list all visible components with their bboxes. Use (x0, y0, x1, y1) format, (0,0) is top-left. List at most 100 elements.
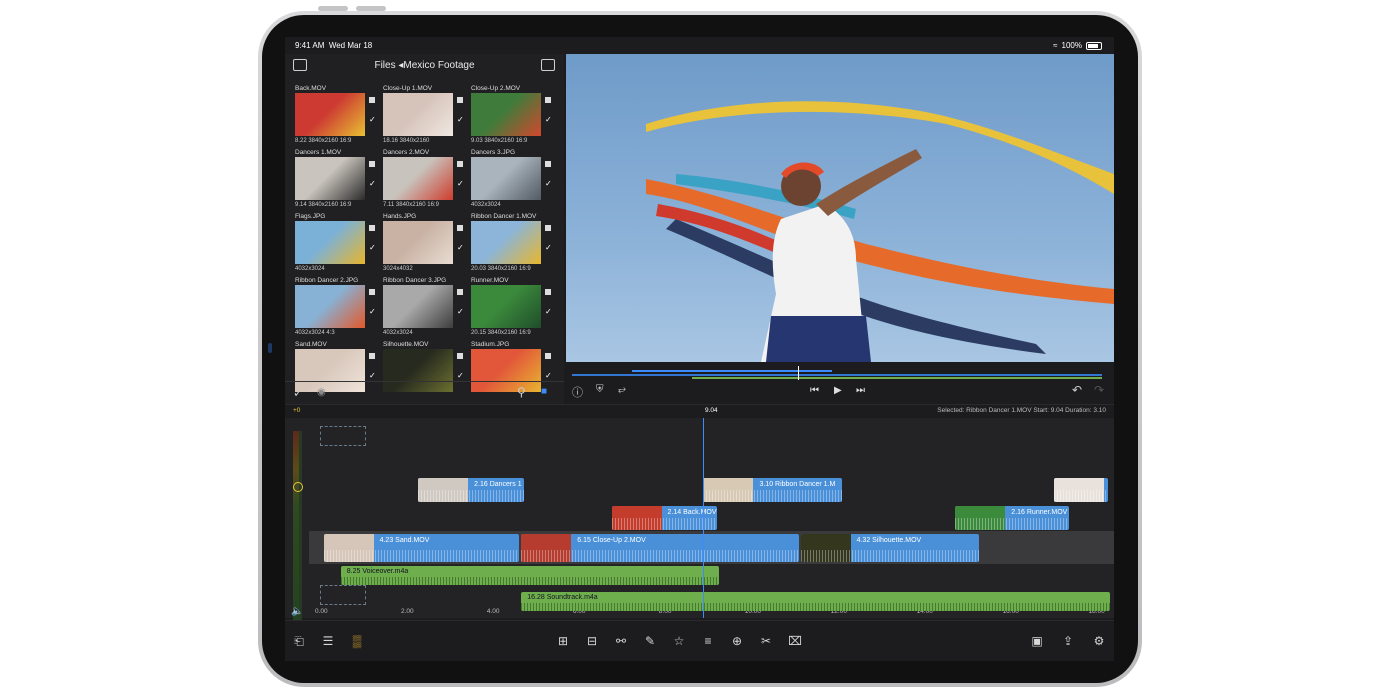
clip-item[interactable]: Hands.JPG 3024x4032 ✓ (381, 213, 469, 277)
clip-item[interactable]: Back.MOV 8.22 3840x2160 16:9 ✓ (293, 85, 381, 149)
skip-back-icon[interactable]: ⏮ (810, 385, 819, 396)
clip-label: 4.32 Silhouette.MOV (856, 537, 922, 544)
clip-name: Back.MOV (295, 85, 327, 92)
audio-meter-right (299, 431, 302, 621)
shield-icon[interactable]: ⛨ (596, 384, 604, 395)
timeline-playhead[interactable] (703, 418, 705, 618)
settings-icon[interactable]: ⚙ (1091, 633, 1107, 649)
timeline-clip[interactable]: 4.32 Silhouette.MOV (800, 534, 980, 562)
timeline-clip[interactable] (1054, 478, 1108, 502)
browser-footer: ✓ ◉ ⚲ ■ (285, 381, 564, 405)
video-preview[interactable] (566, 54, 1114, 362)
preview-controls: ⓘ ⛨ ⥂ ⏮ ▶ ⏭ ↶ ↷ (566, 362, 1114, 404)
list-icon[interactable]: ☰ (320, 633, 336, 649)
preview-image (646, 101, 1114, 362)
wifi-icon: ≈ (1053, 41, 1058, 50)
meter-icon[interactable]: ▒ (349, 633, 365, 649)
clip-name: Ribbon Dancer 1.MOV (471, 213, 537, 220)
clip-thumbnail[interactable] (383, 93, 453, 136)
checkmark-icon: ✓ (545, 115, 552, 124)
browser-header: Files ◂Mexico Footage (285, 54, 564, 76)
timeline[interactable]: 🔈 0.00 2.00 4.00 6.00 8.00 10.00 12.00 14.00 16.… (285, 418, 1114, 621)
audio-placeholder-slot[interactable] (320, 585, 366, 605)
speaker-icon[interactable]: 🔈 (291, 606, 303, 617)
link-icon[interactable]: ⚯ (613, 633, 629, 649)
undo-icon[interactable]: ↶ (1072, 383, 1082, 397)
clip-item[interactable]: Close-Up 2.MOV 9.03 3840x2160 16:9 ✓ (469, 85, 557, 149)
record-icon[interactable]: ◉ (317, 387, 326, 398)
trash-icon[interactable]: ⌧ (787, 633, 803, 649)
clip-type-icon (369, 289, 375, 295)
clip-item[interactable]: Dancers 2.MOV 7.11 3840x2160 16:9 ✓ (381, 149, 469, 213)
clip-item[interactable]: Flags.JPG 4032x3024 ✓ (293, 213, 381, 277)
clip-type-icon (545, 225, 551, 231)
audio-clip[interactable]: 8.25 Voiceover.m4a (340, 566, 719, 585)
clip-item[interactable]: Dancers 1.MOV 9.14 3840x2160 16:9 ✓ (293, 149, 381, 213)
select-icon[interactable]: ✓ (293, 386, 303, 400)
timeline-clip[interactable]: 6.15 Close-Up 2.MOV (521, 534, 799, 562)
camera-icon (268, 343, 272, 353)
checkmark-icon: ✓ (369, 179, 376, 188)
timeline-clip[interactable]: 4.23 Sand.MOV (323, 534, 520, 562)
search-icon[interactable]: ⚲ (517, 385, 526, 399)
share-icon[interactable]: ⇪ (1060, 633, 1076, 649)
info-icon[interactable]: ⓘ (572, 384, 583, 400)
clip-item[interactable]: Runner.MOV 20.15 3840x2160 16:9 ✓ (469, 277, 557, 341)
clip-type-icon (369, 225, 375, 231)
filter-icon[interactable]: ■ (541, 386, 547, 397)
clip-thumbnail[interactable] (295, 285, 365, 328)
clip-thumbnail[interactable] (471, 285, 541, 328)
add-clip-icon[interactable]: ⊞ (555, 633, 571, 649)
layout-icon[interactable]: ▣ (1029, 633, 1045, 649)
timeline-clip[interactable]: 2.16 Runner.MOV (955, 506, 1070, 530)
timeline-clip[interactable]: 3.10 Ribbon Dancer 1.M (703, 478, 842, 502)
split-view-icon[interactable]: ⊟ (584, 633, 600, 649)
clip-thumbnail[interactable] (471, 157, 541, 200)
clip-thumbnail[interactable] (295, 221, 365, 264)
split-marker-icon[interactable]: ⥂ (618, 384, 626, 395)
clip-meta: 9.14 3840x2160 16:9 (295, 202, 352, 208)
clip-name: Dancers 2.MOV (383, 149, 430, 156)
clip-name: Ribbon Dancer 3.JPG (383, 277, 447, 284)
favorite-icon[interactable]: ☆ (671, 633, 687, 649)
pencil-icon[interactable]: ✎ (642, 633, 658, 649)
clip-label: 3.10 Ribbon Dancer 1.M (759, 481, 836, 488)
preview-scrubber[interactable] (572, 366, 1102, 380)
ruler-tick-label: 0.00 (315, 608, 328, 615)
clip-thumbnail[interactable] (295, 93, 365, 136)
timeline-clip[interactable]: 2.14 Back.MOV (611, 506, 717, 530)
scissors-icon[interactable]: ✂ (758, 633, 774, 649)
clip-item[interactable]: Close-Up 1.MOV 18.16 3840x2160 ✓ (381, 85, 469, 149)
preview-playhead[interactable] (798, 366, 799, 380)
clip-thumbnail[interactable] (471, 93, 541, 136)
skip-forward-icon[interactable]: ⏭ (856, 385, 865, 396)
title-icon[interactable]: ≡ (700, 633, 716, 649)
clip-thumbnail[interactable] (383, 285, 453, 328)
redo-icon[interactable]: ↷ (1094, 383, 1104, 397)
clip-thumbnail[interactable] (471, 221, 541, 264)
clip-item[interactable]: Ribbon Dancer 3.JPG 4032x3024 ✓ (381, 277, 469, 341)
timeline-clip[interactable]: 2.16 Dancers 1 (418, 478, 524, 502)
clip-item[interactable]: Ribbon Dancer 1.MOV 20.03 3840x2160 16:9 ✓ (469, 213, 557, 277)
audio-clip[interactable]: 16.28 Soundtrack.m4a (521, 592, 1110, 611)
app-screen: 9:41 AM Wed Mar 18 ≈ 100% Files ◂Mexico … (285, 37, 1114, 661)
clip-type-icon (457, 289, 463, 295)
clip-item[interactable]: Ribbon Dancer 2.JPG 4032x3024 4:3 ✓ (293, 277, 381, 341)
clip-thumbnail[interactable] (383, 157, 453, 200)
volume-knob-icon[interactable] (293, 482, 303, 492)
clip-meta: 9.03 3840x2160 16:9 (471, 138, 528, 144)
clip-type-icon (457, 97, 463, 103)
bottom-toolbar: ⎗ ☰ ▒ ⊞ ⊟ ⚯ ✎ ☆ ≡ ⊕ ✂ ⌧ ▣ ⇪ ⚙ (285, 620, 1114, 661)
import-icon[interactable]: ⎗ (291, 633, 307, 649)
clip-item[interactable]: Dancers 3.JPG 4032x3024 ✓ (469, 149, 557, 213)
placeholder-slot[interactable] (320, 426, 366, 446)
play-icon[interactable]: ▶ (834, 385, 842, 396)
add-icon[interactable]: ⊕ (729, 633, 745, 649)
import-download-icon[interactable] (541, 59, 555, 71)
clip-thumbnail[interactable] (295, 157, 365, 200)
browser-title: Files ◂Mexico Footage (374, 60, 475, 71)
clip-type-icon (457, 161, 463, 167)
clip-thumbnail[interactable] (383, 221, 453, 264)
clip-type-icon (457, 353, 463, 359)
clip-meta: 3024x4032 (383, 266, 413, 272)
